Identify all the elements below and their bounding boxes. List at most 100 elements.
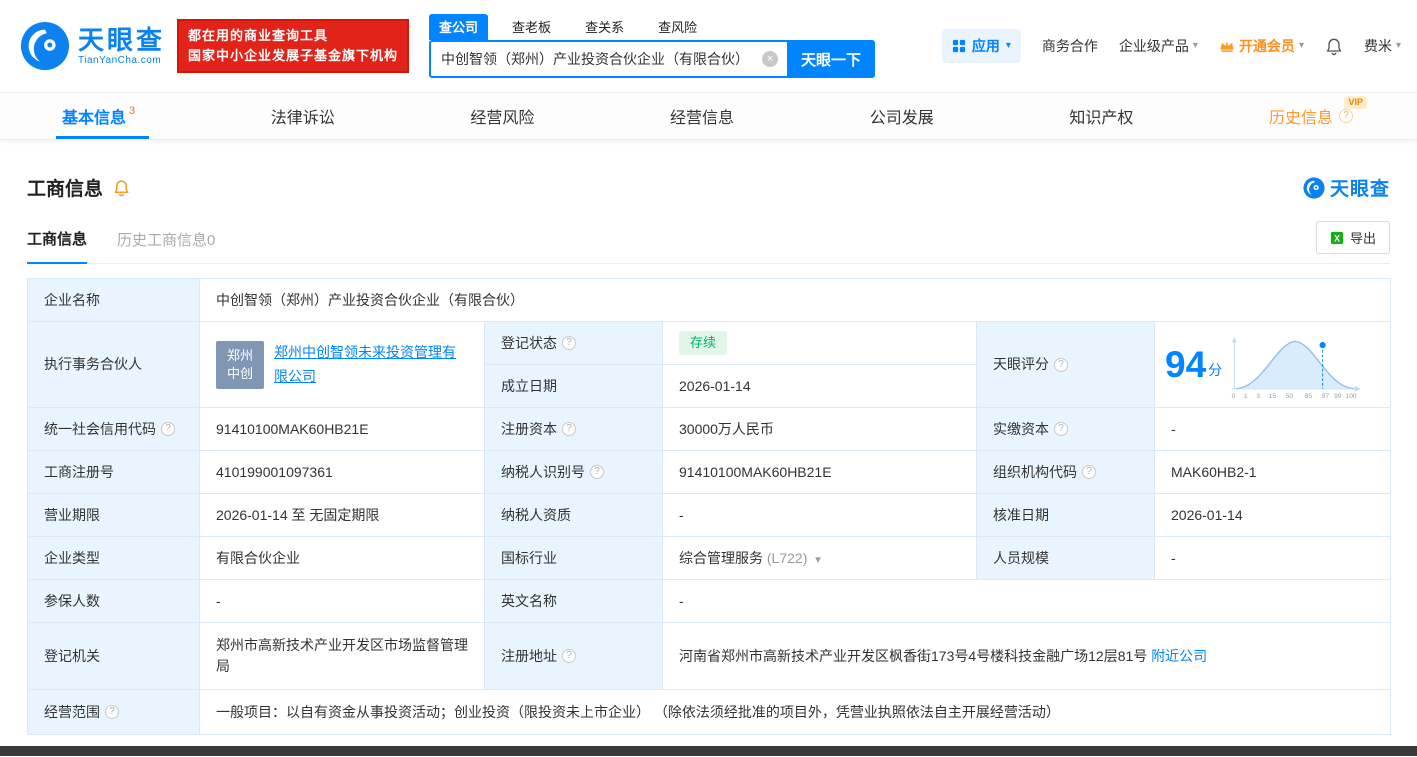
search-tab-company[interactable]: 查公司 [429, 14, 489, 40]
enterprise-label: 企业级产品 [1118, 38, 1189, 54]
notifications-button[interactable] [1325, 37, 1343, 56]
value-staff-size: - [1153, 536, 1392, 580]
footer-strip [0, 746, 1417, 756]
export-label: 导出 [1349, 231, 1376, 246]
search-tab-risk[interactable]: 查风险 [648, 14, 707, 40]
open-vip-link[interactable]: 开通会员 ▾ [1219, 36, 1304, 56]
cooperation-label: 商务合作 [1041, 38, 1098, 54]
user-menu[interactable]: 费米 ▾ [1364, 36, 1401, 56]
logo-domain-text: TianYanCha.com [78, 54, 162, 66]
value-registration-number: 410199001097361 [199, 450, 485, 494]
tianyancha-logo[interactable]: 天眼查 TianYanCha.com [20, 21, 165, 71]
tab-intellectual-property[interactable]: 知识产权 [1069, 93, 1133, 139]
label-business-term: 营业期限 [27, 493, 200, 537]
subtab-history-business-info[interactable]: 历史工商信息0 [117, 229, 215, 263]
partner-company-link[interactable]: 郑州中创智领未来投资管理有限公司 [274, 341, 468, 389]
help-icon[interactable]: ? [1338, 109, 1353, 123]
value-taxpayer-id: 91410100MAK60HB21E [662, 450, 977, 494]
apps-menu-button[interactable]: 应用 ▾ [941, 29, 1021, 63]
search-tabs: 查公司 查老板 查关系 查风险 [429, 14, 875, 40]
label-taxpayer-id: 纳税人识别号 ? [484, 450, 663, 494]
bell-icon [114, 179, 129, 196]
tab-operation-info[interactable]: 经营信息 [670, 93, 734, 139]
help-icon[interactable]: ? [562, 422, 576, 436]
svg-text:100: 100 [1346, 393, 1357, 400]
label-company-name: 企业名称 [27, 278, 200, 322]
help-icon[interactable]: ? [1054, 357, 1068, 372]
slogan-line2: 国家中小企业发展子基金旗下机构 [188, 48, 399, 63]
value-company-type: 有限合伙企业 [199, 536, 485, 580]
chevron-down-icon: ▾ [1005, 40, 1011, 51]
business-cooperation-link[interactable]: 商务合作 [1042, 36, 1098, 56]
value-business-scope: 一般项目：以自有资金从事投资活动；创业投资（限投资未上市企业） （除依法须经批准… [198, 689, 1392, 735]
value-company-name: 中创智领（郑州）产业投资合伙企业（有限合伙） [198, 278, 1392, 322]
help-icon[interactable]: ? [1054, 422, 1068, 436]
search-area: 查公司 查老板 查关系 查风险 × 天眼一下 [429, 14, 876, 78]
svg-text:3: 3 [1256, 393, 1260, 400]
chevron-down-icon: ▾ [1192, 40, 1198, 51]
enterprise-products-menu[interactable]: 企业级产品 ▾ [1119, 36, 1198, 56]
monitor-bell-button[interactable] [113, 179, 130, 197]
value-approval-date: 2026-01-14 [1153, 493, 1392, 537]
search-tab-boss[interactable]: 查老板 [502, 14, 561, 40]
value-registration-status: 存续 [662, 321, 977, 365]
svg-text:99: 99 [1334, 393, 1342, 400]
help-icon[interactable]: ? [590, 465, 604, 479]
apps-label: 应用 [971, 38, 1000, 54]
help-icon[interactable]: ? [1082, 465, 1096, 479]
label-founded-date: 成立日期 [484, 364, 663, 408]
value-registered-capital: 30000万人民币 [662, 407, 977, 451]
help-icon[interactable]: ? [562, 336, 576, 350]
tab-legal-proceedings[interactable]: 法律诉讼 [271, 93, 335, 139]
value-tianyan-score: 94 分 0 1 3 15 50 85 97 99 100 [1153, 321, 1392, 408]
tianyancha-logo-icon [1303, 176, 1325, 199]
score-unit: 分 [1208, 362, 1223, 378]
help-icon[interactable]: ? [562, 649, 576, 663]
value-credit-code: 91410100MAK60HB21E [199, 407, 485, 451]
value-industry: 综合管理服务 (L722) ▾ [662, 536, 977, 580]
bell-icon [1326, 38, 1342, 55]
label-registration-status: 登记状态 ? [484, 321, 663, 365]
search-tab-relation[interactable]: 查关系 [575, 14, 634, 40]
watermark-brand: 天眼查 [1303, 174, 1390, 201]
score-number: 94 [1165, 344, 1207, 385]
svg-text:97: 97 [1322, 393, 1330, 400]
value-organization-code: MAK60HB2-1 [1153, 450, 1392, 494]
tab-company-development[interactable]: 公司发展 [870, 93, 934, 139]
tab-basic-info[interactable]: 基本信息 3 [55, 93, 150, 139]
label-organization-code: 组织机构代码 ? [976, 450, 1155, 494]
value-registration-authority: 郑州市高新技术产业开发区市场监督管理局 [199, 622, 485, 690]
status-badge: 存续 [679, 331, 728, 355]
help-icon[interactable]: ? [161, 422, 175, 436]
label-staff-size: 人员规模 [976, 536, 1155, 580]
label-approval-date: 核准日期 [976, 493, 1155, 537]
nearby-companies-link[interactable]: 附近公司 [1151, 648, 1207, 664]
subtab-business-info[interactable]: 工商信息 [27, 228, 88, 264]
search-input[interactable] [429, 40, 788, 78]
crown-icon [1220, 41, 1234, 52]
tab-operation-risk[interactable]: 经营风险 [470, 93, 534, 139]
label-registration-number: 工商注册号 [27, 450, 200, 494]
tianyancha-logo-icon [20, 21, 70, 71]
chevron-down-icon[interactable]: ▾ [815, 554, 821, 566]
svg-text:X: X [1334, 233, 1340, 243]
value-executive-partner: 郑州 中创 郑州中创智领未来投资管理有限公司 [199, 321, 485, 408]
chevron-down-icon: ▾ [1298, 40, 1304, 51]
label-registration-authority: 登记机关 [27, 622, 200, 690]
tab-history-info[interactable]: VIP 历史信息 ? [1269, 93, 1367, 139]
tab-label: 经营风险 [470, 110, 535, 127]
partner-avatar[interactable]: 郑州 中创 [216, 340, 264, 389]
vip-label: 开通会员 [1238, 38, 1295, 54]
export-button[interactable]: X 导出 [1315, 221, 1390, 254]
search-button[interactable]: 天眼一下 [787, 40, 876, 78]
label-paid-capital: 实缴资本 ? [976, 407, 1155, 451]
svg-text:85: 85 [1305, 393, 1313, 400]
label-industry: 国标行业 [484, 536, 663, 580]
value-paid-capital: - [1153, 407, 1392, 451]
help-icon[interactable]: ? [105, 705, 119, 719]
section-title: 工商信息 [27, 179, 104, 200]
svg-text:50: 50 [1286, 393, 1294, 400]
label-registered-address: 注册地址 ? [484, 622, 663, 690]
grid-icon [952, 39, 965, 53]
clear-icon[interactable]: × [762, 51, 779, 67]
